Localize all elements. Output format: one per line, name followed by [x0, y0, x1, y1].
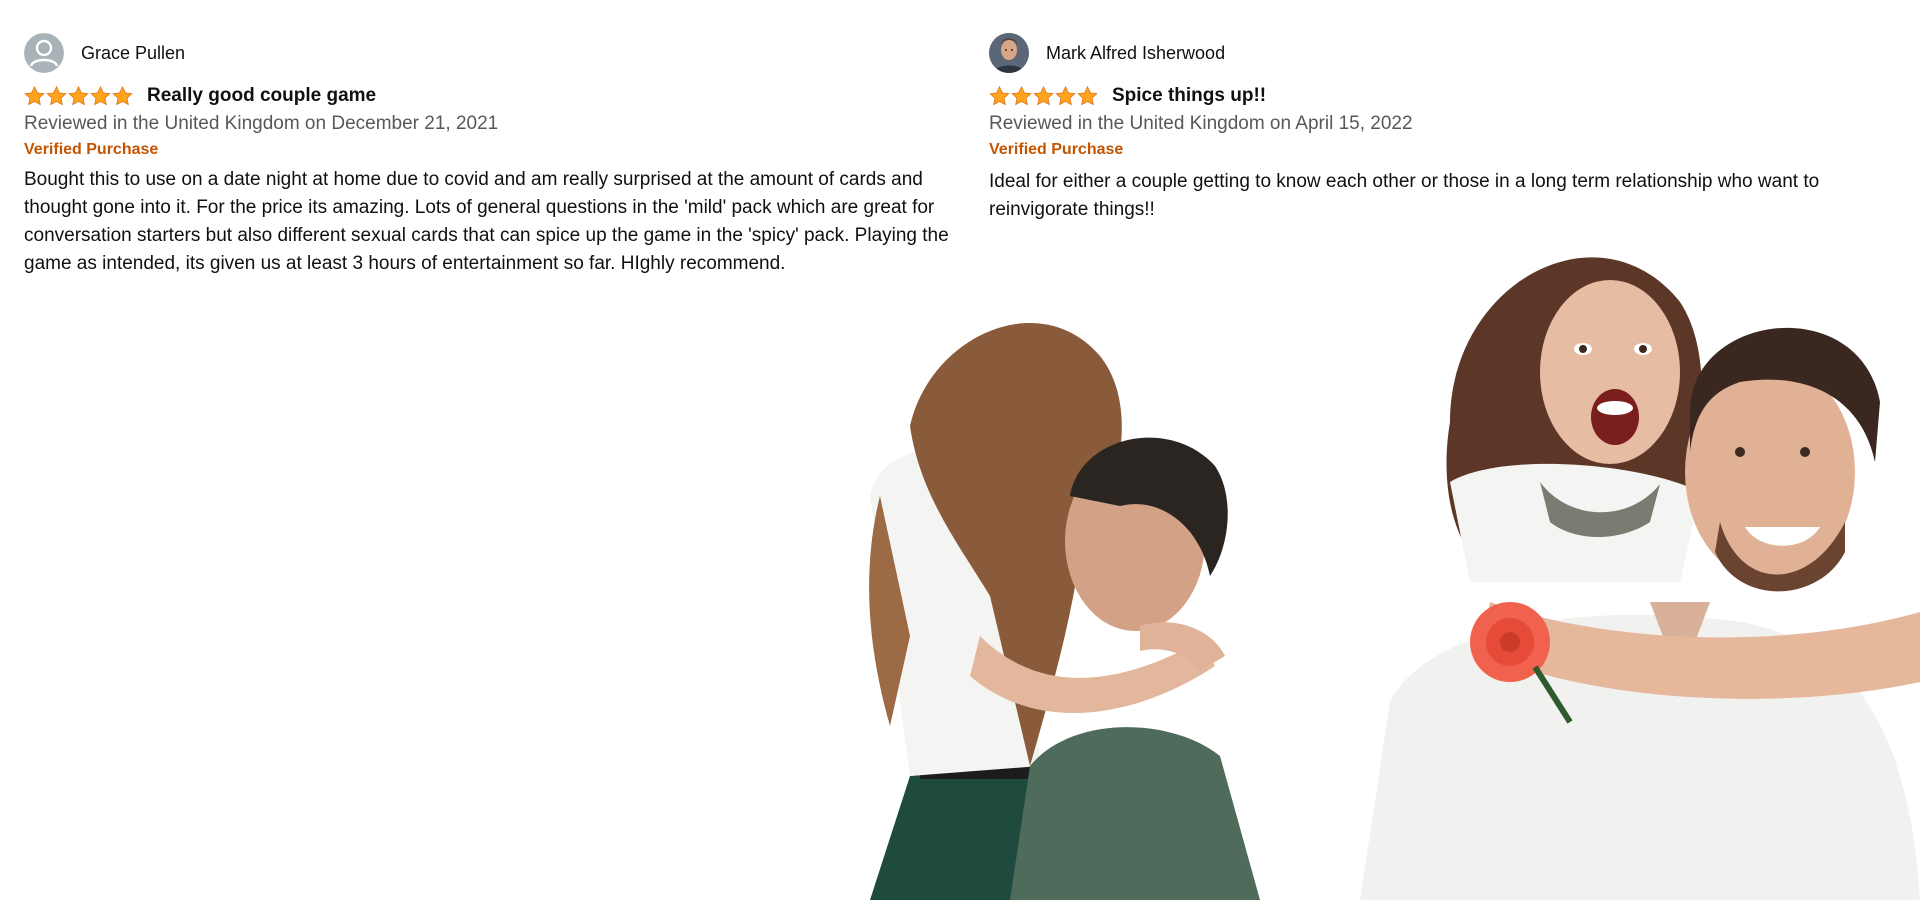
profile-photo-avatar — [989, 33, 1029, 73]
star-rating[interactable] — [24, 86, 133, 106]
reviewer-profile[interactable]: Grace Pullen — [24, 32, 974, 74]
star-icon — [1033, 86, 1054, 106]
star-icon — [46, 86, 67, 106]
verified-purchase-badge: Verified Purchase — [24, 141, 159, 158]
review-card-1: Grace Pullen Really good couple game Rev… — [24, 0, 974, 278]
star-icon — [1077, 86, 1098, 106]
review-body: Ideal for either a couple getting to kno… — [989, 171, 1820, 220]
verified-purchase-badge: Verified Purchase — [989, 141, 1124, 158]
default-avatar-icon — [24, 33, 64, 73]
review-title[interactable]: Spice things up!! — [1112, 85, 1266, 107]
review-date: Reviewed in the United Kingdom on April … — [989, 113, 1413, 134]
couple-kissing-photo — [840, 296, 1320, 900]
star-icon — [68, 86, 89, 106]
reviewer-name[interactable]: Grace Pullen — [81, 43, 185, 64]
review-body: Bought this to use on a date night at ho… — [24, 169, 949, 274]
review-card-2: Mark Alfred Isherwood Spice things up!! … — [989, 0, 1909, 224]
couple-piggyback-photo — [1300, 222, 1920, 900]
star-icon — [989, 86, 1010, 106]
star-icon — [112, 86, 133, 106]
star-icon — [1011, 86, 1032, 106]
star-icon — [24, 86, 45, 106]
reviewer-name[interactable]: Mark Alfred Isherwood — [1046, 43, 1225, 64]
star-icon — [90, 86, 111, 106]
star-icon — [1055, 86, 1076, 106]
review-date: Reviewed in the United Kingdom on Decemb… — [24, 113, 499, 134]
reviewer-profile[interactable]: Mark Alfred Isherwood — [989, 32, 1909, 74]
star-rating[interactable] — [989, 86, 1098, 106]
review-title[interactable]: Really good couple game — [147, 85, 376, 107]
